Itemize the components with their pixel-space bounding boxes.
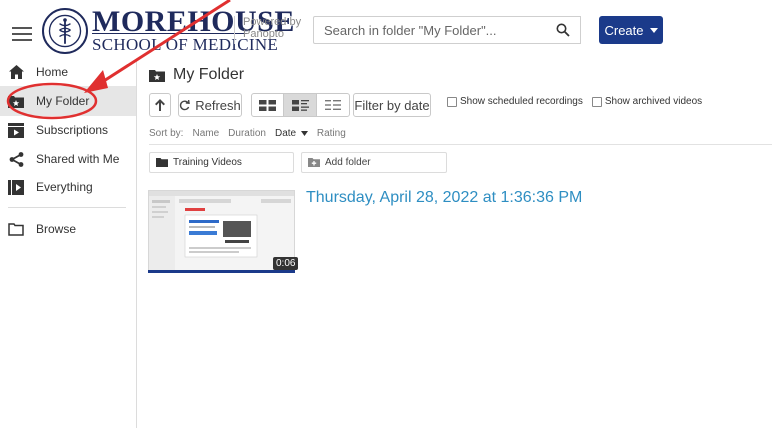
show-archived-label: Show archived videos — [604, 96, 703, 107]
create-button[interactable]: Create — [599, 16, 663, 44]
show-scheduled-checkbox[interactable] — [447, 96, 457, 107]
checkbox-options: Show scheduled recordings Show archived … — [447, 96, 702, 107]
folder-icon — [8, 221, 24, 237]
add-folder-label: Add folder — [325, 157, 371, 168]
show-scheduled-label: Show scheduled recordings — [460, 96, 583, 107]
school-seal-logo — [42, 8, 88, 54]
caret-down-icon — [649, 27, 658, 33]
sidebar-item-label: Everything — [36, 180, 93, 194]
page-title: My Folder — [173, 66, 245, 83]
sidebar-item-label: Home — [36, 65, 69, 79]
sort-duration[interactable]: Duration — [228, 128, 266, 139]
sidebar-item-label: Shared with Me — [36, 152, 120, 166]
sort-date[interactable]: Date — [275, 128, 308, 139]
star-folder-icon — [149, 69, 165, 82]
sort-caret-down-icon — [300, 131, 308, 136]
refresh-icon — [180, 99, 191, 110]
menu-toggle-icon[interactable] — [12, 27, 32, 41]
sidebar-item-browse[interactable]: Browse — [0, 214, 136, 244]
list-view-button[interactable] — [316, 93, 350, 117]
powered-by-line2: Panopto — [243, 28, 284, 40]
arrow-up-icon — [155, 99, 165, 111]
search-icon — [556, 23, 570, 37]
search-button[interactable] — [545, 16, 581, 44]
thumbnail-view-button[interactable] — [251, 93, 284, 117]
sidebar-divider — [136, 60, 137, 428]
sort-divider — [149, 144, 772, 145]
sidebar-item-everything[interactable]: Everything — [0, 172, 136, 202]
grid-view-icon — [259, 99, 276, 111]
sidebar-separator — [8, 207, 126, 208]
sidebar-item-home[interactable]: Home — [0, 57, 136, 87]
subscriptions-icon — [8, 122, 24, 138]
add-folder-button[interactable]: Add folder — [301, 152, 447, 173]
star-folder-icon — [8, 93, 24, 109]
share-icon — [8, 151, 24, 167]
subfolder-label: Training Videos — [173, 157, 242, 168]
powered-by-line1: Powered by — [243, 16, 302, 28]
sort-rating[interactable]: Rating — [317, 128, 346, 139]
sidebar-item-subscriptions[interactable]: Subscriptions — [0, 115, 136, 145]
filter-by-date-button[interactable]: Filter by date — [353, 93, 431, 117]
detail-view-button[interactable] — [283, 93, 317, 117]
thumbnail-progress-bar — [148, 270, 295, 273]
session-title-link[interactable]: Thursday, April 28, 2022 at 1:36:36 PM — [306, 189, 582, 207]
duration-badge: 0:06 — [273, 257, 299, 270]
refresh-button[interactable]: Refresh — [178, 93, 242, 117]
home-icon — [8, 64, 24, 80]
sidebar-item-label: Subscriptions — [36, 123, 109, 137]
everything-icon — [8, 179, 24, 195]
search-input[interactable]: Search in folder "My Folder"... — [313, 16, 547, 44]
sort-bar: Sort by: Name Duration Date Rating — [149, 128, 346, 139]
create-label: Create — [604, 22, 644, 38]
refresh-label: Refresh — [195, 97, 241, 113]
sidebar-item-label: My Folder — [36, 94, 90, 108]
header-divider — [234, 16, 235, 44]
sidebar-item-label: Browse — [36, 222, 77, 236]
folder-icon — [156, 158, 168, 167]
parent-folder-button[interactable] — [149, 93, 171, 117]
sort-by-label: Sort by: — [149, 128, 184, 139]
powered-by: Powered by Panopto — [243, 16, 301, 40]
show-archived-checkbox[interactable] — [591, 96, 602, 107]
sidebar-item-my-folder[interactable]: My Folder — [0, 86, 136, 116]
add-folder-icon — [308, 158, 320, 167]
list-view-icon — [325, 100, 341, 110]
detail-view-icon — [291, 99, 309, 111]
sidebar-item-shared[interactable]: Shared with Me — [0, 144, 136, 174]
logo-rule — [92, 33, 247, 34]
subfolder-item[interactable]: Training Videos — [149, 152, 294, 173]
folder-heading: My Folder — [149, 66, 244, 84]
sort-date-label: Date — [274, 128, 297, 139]
sort-name[interactable]: Name — [192, 128, 219, 139]
